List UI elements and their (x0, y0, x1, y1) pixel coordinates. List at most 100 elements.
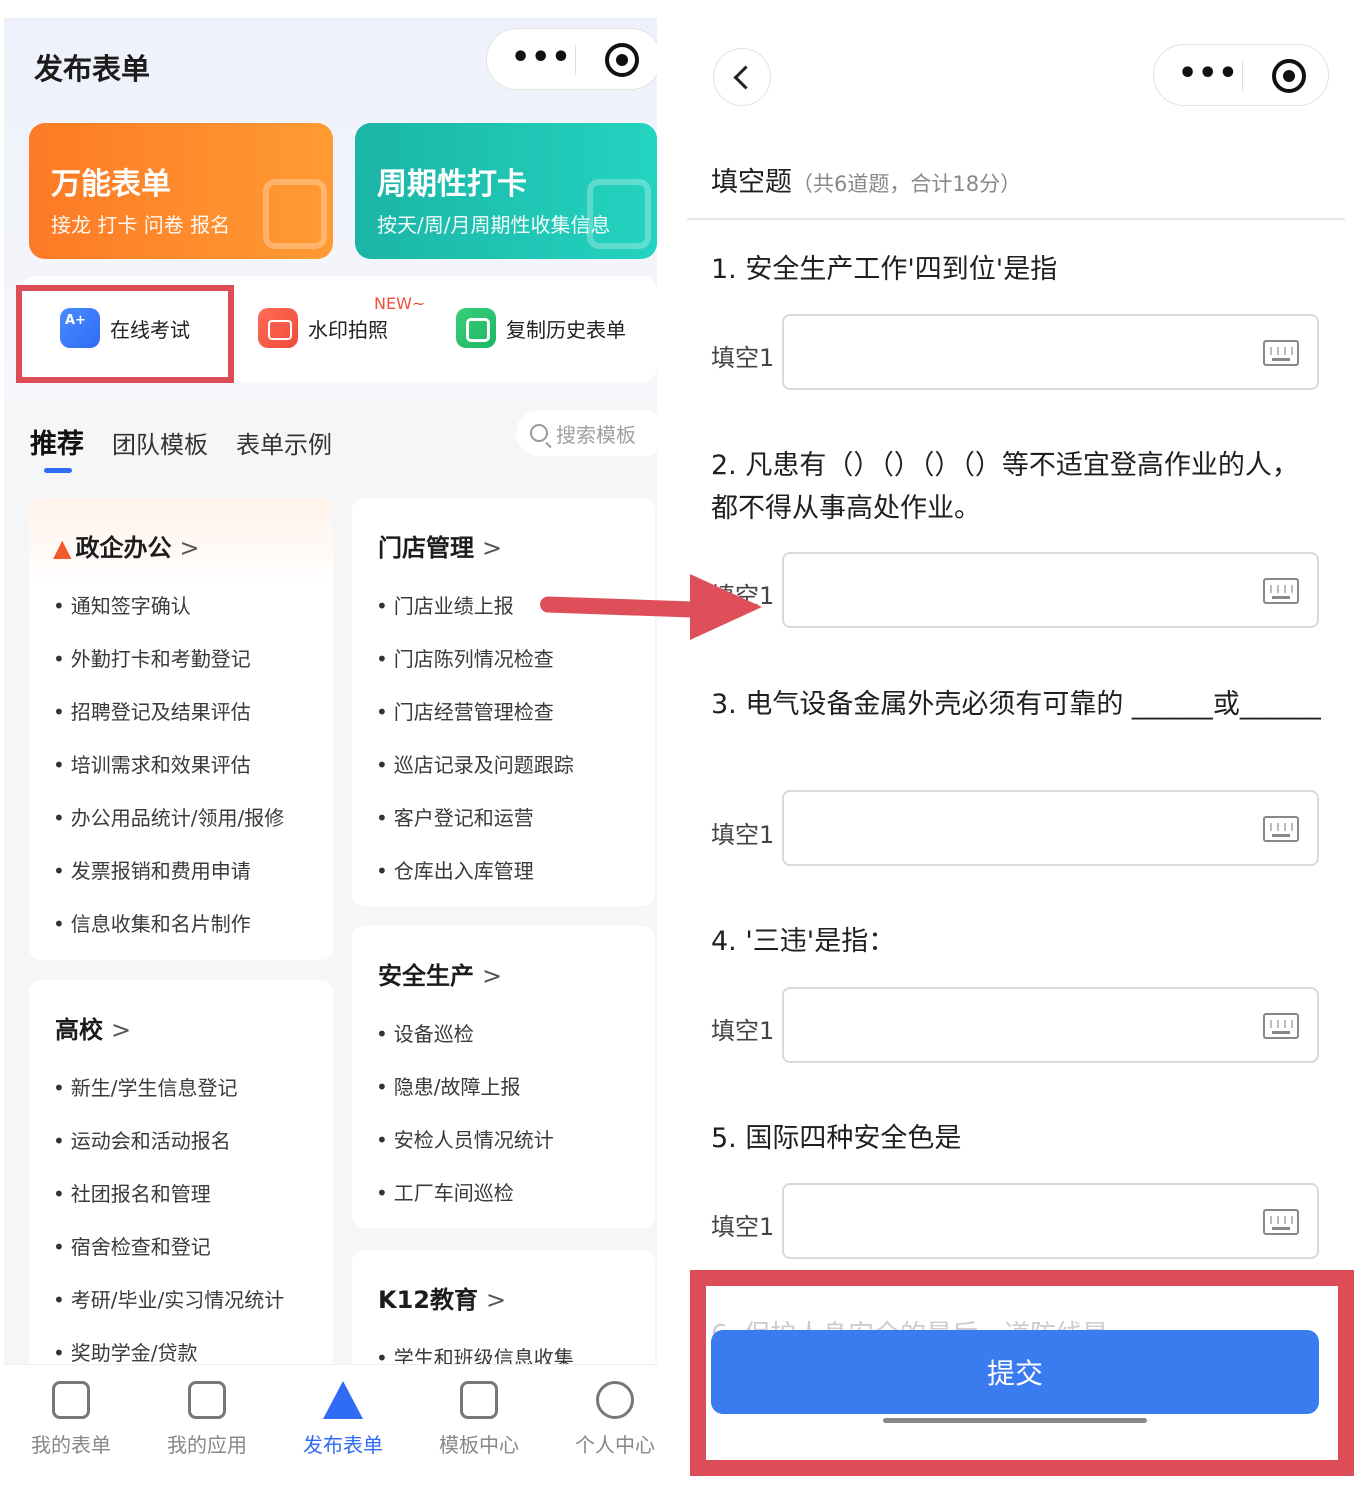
list-item[interactable]: 办公用品统计/领用/报修 (53, 802, 284, 831)
category-title: 安全生产 (378, 962, 474, 990)
keyboard-icon[interactable] (1263, 1013, 1299, 1039)
section-title: 填空题（共6道题，合计18分） (711, 160, 1021, 199)
category-card-store: 门店管理 > 门店业绩上报 门店陈列情况检查 门店经营管理检查 巡店记录及问题跟踪… (352, 498, 655, 906)
template-tabs: 推荐 团队模板 表单示例 (30, 422, 360, 461)
capsule-divider (1242, 61, 1243, 91)
send-icon (323, 1381, 363, 1419)
right-phone-screen: ••• 填空题（共6道题，合计18分） 1. 安全生产工作'四到位'是指 填空1… (687, 0, 1367, 1500)
nav-label: 我的表单 (31, 1433, 111, 1457)
category-header-college[interactable]: 高校 > (55, 1010, 131, 1045)
list-item[interactable]: 客户登记和运营 (376, 802, 534, 831)
list-item[interactable]: 社团报名和管理 (53, 1178, 211, 1207)
list-item[interactable]: 奖助学金/贷款 (53, 1337, 198, 1366)
list-item[interactable]: 新生/学生信息登记 (53, 1072, 238, 1101)
question-4: 4. '三违'是指： (711, 926, 896, 957)
miniprogram-capsule: ••• (486, 28, 657, 90)
list-item[interactable]: 外勤打卡和考勤登记 (53, 643, 251, 672)
question-1: 1. 安全生产工作'四到位'是指 (711, 254, 1058, 285)
form-edit-icon (263, 179, 327, 249)
universal-form-card[interactable]: 万能表单 接龙 打卡 问卷 报名 (29, 123, 333, 259)
tab-form-examples[interactable]: 表单示例 (236, 425, 332, 460)
periodic-checkin-card[interactable]: 周期性打卡 按天/周/月周期性收集信息 (355, 123, 657, 259)
quick-action-label: 复制历史表单 (506, 317, 626, 342)
list-item[interactable]: 信息收集和名片制作 (53, 908, 251, 937)
copy-history-form-button[interactable]: 复制历史表单 (456, 304, 626, 352)
list-item[interactable]: 设备巡检 (376, 1018, 474, 1047)
nav-label: 模板中心 (439, 1433, 519, 1457)
keyboard-icon[interactable] (1263, 816, 1299, 842)
list-item[interactable]: 安检人员情况统计 (376, 1124, 554, 1153)
nav-label: 我的应用 (167, 1433, 247, 1457)
list-item[interactable]: 门店陈列情况检查 (376, 643, 554, 672)
chevron-right-icon: > (482, 534, 503, 562)
question-3: 3. 电气设备金属外壳必须有可靠的 ______或______ (711, 689, 1321, 720)
category-title: K12教育 (378, 1286, 478, 1314)
nav-label: 个人中心 (575, 1433, 655, 1457)
nav-personal-center[interactable]: 个人中心 (550, 1381, 657, 1458)
category-header-k12[interactable]: K12教育 > (378, 1280, 506, 1315)
keyboard-icon[interactable] (1263, 340, 1299, 366)
list-item[interactable]: 通知签字确认 (53, 590, 191, 619)
list-item[interactable]: 宿舍检查和登记 (53, 1231, 211, 1260)
miniprogram-capsule: ••• (1153, 44, 1329, 106)
watermark-photo-button[interactable]: 水印拍照 (258, 304, 388, 352)
section-subtitle: （共6道题，合计18分） (792, 172, 1022, 196)
list-item[interactable]: 门店业绩上报 (376, 590, 514, 619)
category-header-gov[interactable]: ▲ 政企办公 > (53, 528, 200, 563)
back-button[interactable] (713, 48, 771, 106)
list-item[interactable]: 隐患/故障上报 (376, 1071, 521, 1100)
bottom-navigation: 我的表单 我的应用 发布表单 模板中心 个人中心 (4, 1364, 657, 1480)
question-2: 2. 凡患有（）（）（）（）等不适宜登高作业的人，都不得从事高处作业。 (711, 450, 1299, 524)
close-miniprogram-icon[interactable] (605, 43, 639, 77)
answer-input-1[interactable] (782, 314, 1319, 390)
keyboard-icon[interactable] (1263, 578, 1299, 604)
blank-label: 填空1 (711, 344, 775, 372)
card-subtitle: 接龙 打卡 问卷 报名 (51, 213, 231, 237)
nav-template-center[interactable]: 模板中心 (414, 1381, 544, 1458)
chevron-right-icon: > (179, 534, 200, 562)
list-item[interactable]: 运动会和活动报名 (53, 1125, 231, 1154)
nav-publish-form[interactable]: 发布表单 (278, 1381, 408, 1458)
list-item[interactable]: 门店经营管理检查 (376, 696, 554, 725)
card-title: 万能表单 (51, 167, 171, 202)
quick-action-label: 水印拍照 (308, 317, 388, 342)
tab-recommend[interactable]: 推荐 (30, 422, 84, 461)
more-icon[interactable]: ••• (1178, 59, 1239, 89)
new-badge: NEW~ (374, 294, 426, 313)
nav-my-forms[interactable]: 我的表单 (6, 1381, 136, 1458)
search-icon (530, 424, 548, 442)
list-item[interactable]: 仓库出入库管理 (376, 855, 534, 884)
list-item[interactable]: 招聘登记及结果评估 (53, 696, 251, 725)
divider (687, 218, 1345, 220)
answer-input-3[interactable] (782, 790, 1319, 866)
highlight-box-online-exam (16, 285, 234, 383)
user-icon (596, 1381, 634, 1419)
answer-input-2[interactable] (782, 552, 1319, 628)
list-item[interactable]: 工厂车间巡检 (376, 1177, 514, 1206)
category-header-store[interactable]: 门店管理 > (378, 528, 502, 563)
search-templates-input[interactable]: 搜索模板 (516, 410, 657, 456)
copy-icon (456, 308, 496, 348)
nav-my-apps[interactable]: 我的应用 (142, 1381, 272, 1458)
list-item[interactable]: 考研/毕业/实习情况统计 (53, 1284, 284, 1313)
list-item[interactable]: 巡店记录及问题跟踪 (376, 749, 574, 778)
answer-input-4[interactable] (782, 987, 1319, 1063)
chevron-right-icon: > (111, 1016, 132, 1044)
close-miniprogram-icon[interactable] (1272, 59, 1306, 93)
more-icon[interactable]: ••• (511, 43, 572, 73)
camera-icon (258, 308, 298, 348)
category-card-gov: ▲政企办公> 通知签字确认 外勤打卡和考勤登记 招聘登记及结果评估 培训需求和效… (29, 498, 333, 960)
list-item[interactable]: 培训需求和效果评估 (53, 749, 251, 778)
blank-label: 填空1 (711, 821, 775, 849)
category-header-safety[interactable]: 安全生产 > (378, 956, 502, 991)
tab-team-templates[interactable]: 团队模板 (112, 425, 208, 460)
blank-label: 填空1 (711, 1017, 775, 1045)
chevron-right-icon: > (482, 962, 503, 990)
category-title: 政企办公 (75, 534, 172, 562)
keyboard-icon[interactable] (1263, 1209, 1299, 1235)
capsule-divider (575, 45, 576, 75)
active-tab-indicator (44, 468, 72, 473)
answer-input-5[interactable] (782, 1183, 1319, 1259)
list-item[interactable]: 发票报销和费用申请 (53, 855, 251, 884)
section-title-text: 填空题 (711, 167, 792, 198)
